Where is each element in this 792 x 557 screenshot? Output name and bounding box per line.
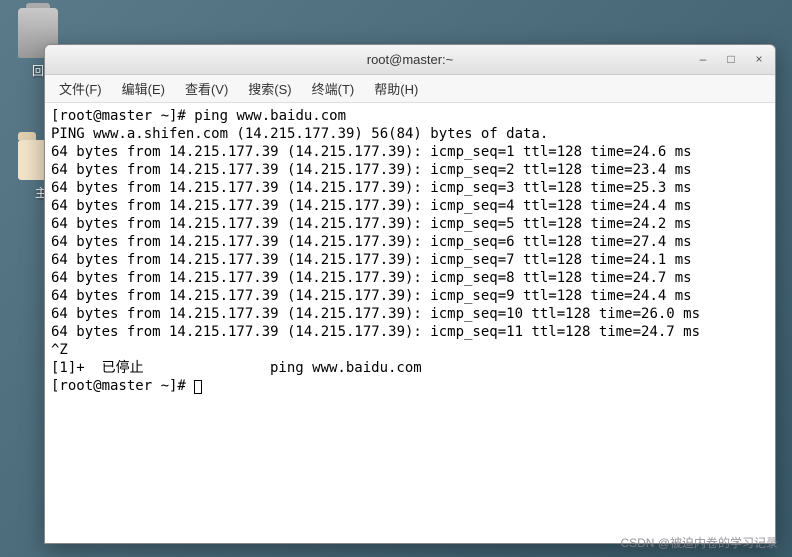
menu-file[interactable]: 文件(F)	[51, 76, 110, 101]
menu-edit[interactable]: 编辑(E)	[114, 76, 173, 101]
ping-line: 64 bytes from 14.215.177.39 (14.215.177.…	[51, 198, 692, 214]
window-controls: – □ ×	[695, 51, 767, 67]
menu-help[interactable]: 帮助(H)	[366, 76, 426, 101]
maximize-button[interactable]: □	[723, 51, 739, 67]
ping-line: 64 bytes from 14.215.177.39 (14.215.177.…	[51, 216, 692, 232]
ping-line: 64 bytes from 14.215.177.39 (14.215.177.…	[51, 324, 700, 340]
ping-line: 64 bytes from 14.215.177.39 (14.215.177.…	[51, 306, 700, 322]
prompt: [root@master ~]#	[51, 378, 194, 394]
trash-label: 回	[32, 62, 44, 79]
prompt: [root@master ~]#	[51, 108, 194, 124]
terminal-window: root@master:~ – □ × 文件(F) 编辑(E) 查看(V) 搜索…	[44, 44, 776, 544]
command: ping www.baidu.com	[194, 108, 346, 124]
ping-line: 64 bytes from 14.215.177.39 (14.215.177.…	[51, 288, 692, 304]
window-title: root@master:~	[367, 52, 454, 67]
ping-header: PING www.a.shifen.com (14.215.177.39) 56…	[51, 126, 548, 142]
ping-line: 64 bytes from 14.215.177.39 (14.215.177.…	[51, 162, 692, 178]
watermark: CSDN @被迫内卷的学习记录	[620, 534, 778, 551]
cursor	[194, 380, 202, 394]
menu-terminal[interactable]: 终端(T)	[304, 76, 363, 101]
ping-line: 64 bytes from 14.215.177.39 (14.215.177.…	[51, 144, 692, 160]
ping-line: 64 bytes from 14.215.177.39 (14.215.177.…	[51, 270, 692, 286]
ping-line: 64 bytes from 14.215.177.39 (14.215.177.…	[51, 234, 692, 250]
menubar: 文件(F) 编辑(E) 查看(V) 搜索(S) 终端(T) 帮助(H)	[45, 75, 775, 103]
suspend-signal: ^Z	[51, 342, 68, 358]
ping-line: 64 bytes from 14.215.177.39 (14.215.177.…	[51, 252, 692, 268]
menu-view[interactable]: 查看(V)	[177, 76, 236, 101]
terminal-output[interactable]: [root@master ~]# ping www.baidu.com PING…	[45, 103, 775, 543]
menu-search[interactable]: 搜索(S)	[240, 76, 299, 101]
titlebar[interactable]: root@master:~ – □ ×	[45, 45, 775, 75]
minimize-button[interactable]: –	[695, 51, 711, 67]
close-button[interactable]: ×	[751, 51, 767, 67]
job-status: [1]+ 已停止 ping www.baidu.com	[51, 360, 422, 376]
ping-line: 64 bytes from 14.215.177.39 (14.215.177.…	[51, 180, 692, 196]
